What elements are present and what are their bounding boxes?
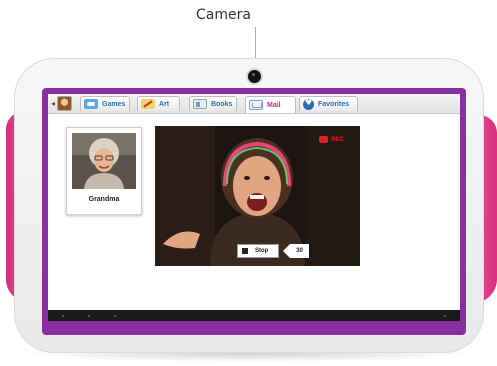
tablet-screen: ◂ Games Art Books Mail Favorites bbox=[48, 94, 460, 321]
nav-menu-icon[interactable] bbox=[114, 315, 116, 317]
gamepad-icon bbox=[84, 99, 98, 109]
paintbrush-icon bbox=[141, 99, 155, 109]
tab-label: Art bbox=[159, 100, 170, 108]
tab-label: Favorites bbox=[318, 100, 350, 108]
tab-art[interactable]: Art bbox=[137, 96, 180, 111]
tab-books[interactable]: Books bbox=[189, 96, 237, 111]
tab-mail[interactable]: Mail bbox=[245, 96, 296, 113]
contact-photo bbox=[72, 133, 136, 189]
countdown-timer: 30 bbox=[283, 244, 309, 258]
camera-lens-icon bbox=[248, 70, 261, 83]
timer-value: 30 bbox=[296, 248, 303, 254]
recording-indicator: REC bbox=[319, 136, 344, 143]
tab-scroll-left-icon[interactable]: ◂ bbox=[51, 99, 55, 108]
nav-back-icon[interactable] bbox=[62, 315, 64, 317]
tab-label: Mail bbox=[267, 101, 281, 109]
tab-bar: ◂ Games Art Books Mail Favorites bbox=[48, 94, 460, 114]
contact-card-grandma[interactable]: Grandma bbox=[66, 127, 142, 215]
book-icon bbox=[193, 99, 207, 109]
system-nav-bar bbox=[48, 310, 460, 321]
tab-games[interactable]: Games bbox=[80, 96, 130, 111]
stop-label: Stop bbox=[255, 248, 269, 254]
record-icon bbox=[319, 136, 328, 143]
nav-status-icon bbox=[444, 315, 446, 317]
profile-avatar[interactable] bbox=[57, 96, 72, 111]
stop-button[interactable]: Stop bbox=[237, 244, 279, 258]
rec-label: REC bbox=[331, 136, 344, 143]
camera-callout-label: Camera bbox=[196, 7, 251, 23]
timer-arrow-icon bbox=[283, 244, 290, 258]
timer-box: 30 bbox=[290, 244, 309, 258]
nav-home-icon[interactable] bbox=[88, 315, 90, 317]
tab-label: Games bbox=[102, 100, 126, 108]
mail-icon bbox=[249, 100, 263, 110]
camera-preview: REC Stop 30 bbox=[155, 126, 360, 266]
tab-favorites[interactable]: Favorites bbox=[299, 96, 358, 111]
contact-name: Grandma bbox=[88, 196, 120, 203]
heart-icon bbox=[303, 98, 314, 110]
tab-label: Books bbox=[211, 100, 233, 108]
stop-icon bbox=[242, 248, 248, 254]
